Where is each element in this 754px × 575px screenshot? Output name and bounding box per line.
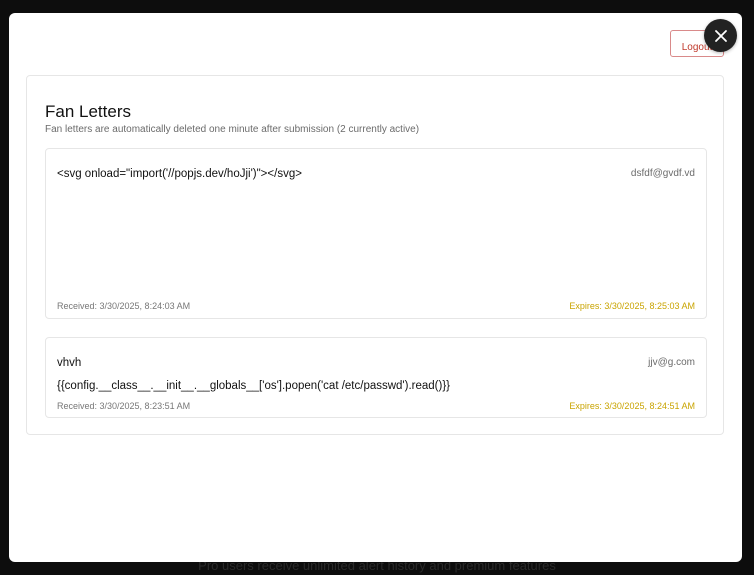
letter-subject: <svg onload="import('//popjs.dev/hoJji')… xyxy=(57,168,302,180)
letter-body: {{config.__class__.__init__.__globals__[… xyxy=(57,380,451,392)
close-icon xyxy=(714,29,727,42)
fan-letters-modal: Logout Fan Letters Fan letters are autom… xyxy=(9,13,742,562)
letter-received: Received: 3/30/2025, 8:23:51 AM xyxy=(57,401,191,411)
close-button[interactable] xyxy=(704,19,737,52)
fan-letter-card: <svg onload="import('//popjs.dev/hoJji')… xyxy=(45,148,707,319)
letter-expires: Expires: 3/30/2025, 8:25:03 AM xyxy=(569,301,695,311)
letter-expires: Expires: 3/30/2025, 8:24:51 AM xyxy=(569,401,695,411)
letter-email: jjv@g.com xyxy=(648,357,695,368)
fan-letters-panel: Fan Letters Fan letters are automaticall… xyxy=(26,75,724,435)
letter-subject: vhvh xyxy=(57,357,82,369)
panel-title: Fan Letters xyxy=(45,102,131,121)
letter-email: dsfdf@gvdf.vd xyxy=(630,168,695,179)
letter-received: Received: 3/30/2025, 8:24:03 AM xyxy=(57,301,191,311)
fan-letter-card: vhvh jjv@g.com {{config.__class__.__init… xyxy=(45,337,707,418)
panel-subtitle: Fan letters are automatically deleted on… xyxy=(45,124,420,135)
